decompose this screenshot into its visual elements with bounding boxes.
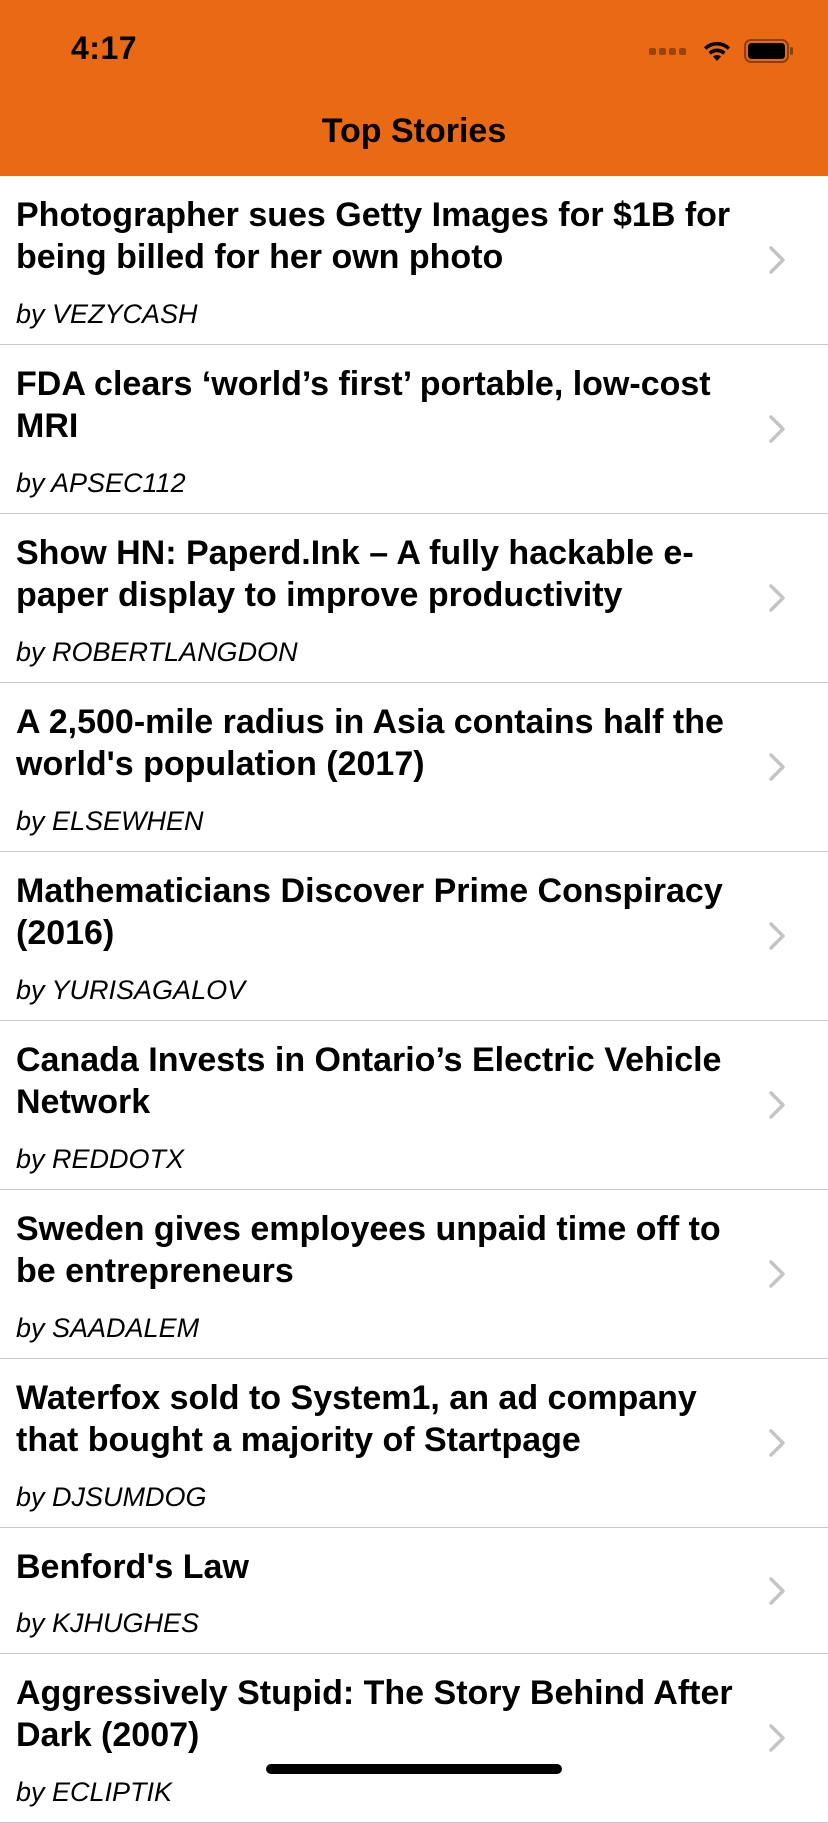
signal-icon xyxy=(649,47,686,55)
story-row[interactable]: Waterfox sold to System1, an ad company … xyxy=(0,1359,828,1528)
story-row[interactable]: Benford's Law by KJHUGHES xyxy=(0,1528,828,1654)
story-title: Waterfox sold to System1, an ad company … xyxy=(16,1379,697,1459)
home-indicator[interactable] xyxy=(266,1764,562,1774)
story-title: A 2,500-mile radius in Asia contains hal… xyxy=(16,703,724,783)
story-author: by SAADALEM xyxy=(16,1313,200,1343)
story-title: FDA clears ‘world’s first’ portable, low… xyxy=(16,365,711,445)
story-row[interactable]: A 2,500-mile radius in Asia contains hal… xyxy=(0,683,828,852)
story-row[interactable]: Aggressively Stupid: The Story Behind Af… xyxy=(0,1654,828,1823)
story-author: by VEZYCASH xyxy=(16,299,198,329)
chevron-right-icon xyxy=(769,1576,785,1605)
story-row[interactable]: Canada Invests in Ontario’s Electric Veh… xyxy=(0,1021,828,1190)
story-row[interactable]: FDA clears ‘world’s first’ portable, low… xyxy=(0,345,828,514)
page-title: Top Stories xyxy=(321,112,507,150)
story-title: Sweden gives employees unpaid time off t… xyxy=(16,1210,721,1290)
story-title: Mathematicians Discover Prime Conspiracy… xyxy=(16,872,723,952)
story-author: by REDDOTX xyxy=(16,1144,185,1174)
story-row[interactable]: Mathematicians Discover Prime Conspiracy… xyxy=(0,852,828,1021)
story-list[interactable]: Photographer sues Getty Images for $1B f… xyxy=(0,176,828,1823)
chevron-right-icon xyxy=(769,1429,785,1457)
chevron-right-icon xyxy=(769,1260,785,1288)
story-author: by ELSEWHEN xyxy=(16,806,204,836)
story-row[interactable]: Show HN: Paperd.Ink – A fully hackable e… xyxy=(0,514,828,683)
wifi-icon xyxy=(704,41,730,61)
chevron-right-icon xyxy=(769,246,785,274)
story-title: Canada Invests in Ontario’s Electric Veh… xyxy=(16,1041,722,1121)
chevron-right-icon xyxy=(769,922,785,950)
story-author: by APSEC112 xyxy=(16,468,186,498)
status-time: 4:17 xyxy=(71,30,138,66)
story-author: by DJSUMDOG xyxy=(16,1482,207,1512)
chevron-right-icon xyxy=(769,584,785,612)
navigation-header: 4:17 Top Stories xyxy=(0,0,828,176)
story-author: by ECLIPTIK xyxy=(16,1777,173,1807)
chevron-right-icon xyxy=(769,415,785,443)
status-icons xyxy=(649,36,794,66)
story-author: by ROBERTLANGDON xyxy=(16,637,298,667)
story-row[interactable]: Photographer sues Getty Images for $1B f… xyxy=(0,176,828,345)
chevron-right-icon xyxy=(769,753,785,781)
story-title: Photographer sues Getty Images for $1B f… xyxy=(16,196,731,276)
chevron-right-icon xyxy=(769,1724,785,1752)
story-title: Aggressively Stupid: The Story Behind Af… xyxy=(16,1674,733,1754)
story-author: by YURISAGALOV xyxy=(16,975,246,1005)
story-author: by KJHUGHES xyxy=(16,1608,200,1638)
story-title: Benford's Law xyxy=(16,1548,249,1586)
story-row[interactable]: Sweden gives employees unpaid time off t… xyxy=(0,1190,828,1359)
chevron-right-icon xyxy=(769,1091,785,1119)
battery-icon xyxy=(744,39,793,63)
story-title: Show HN: Paperd.Ink – A fully hackable e… xyxy=(16,534,694,614)
